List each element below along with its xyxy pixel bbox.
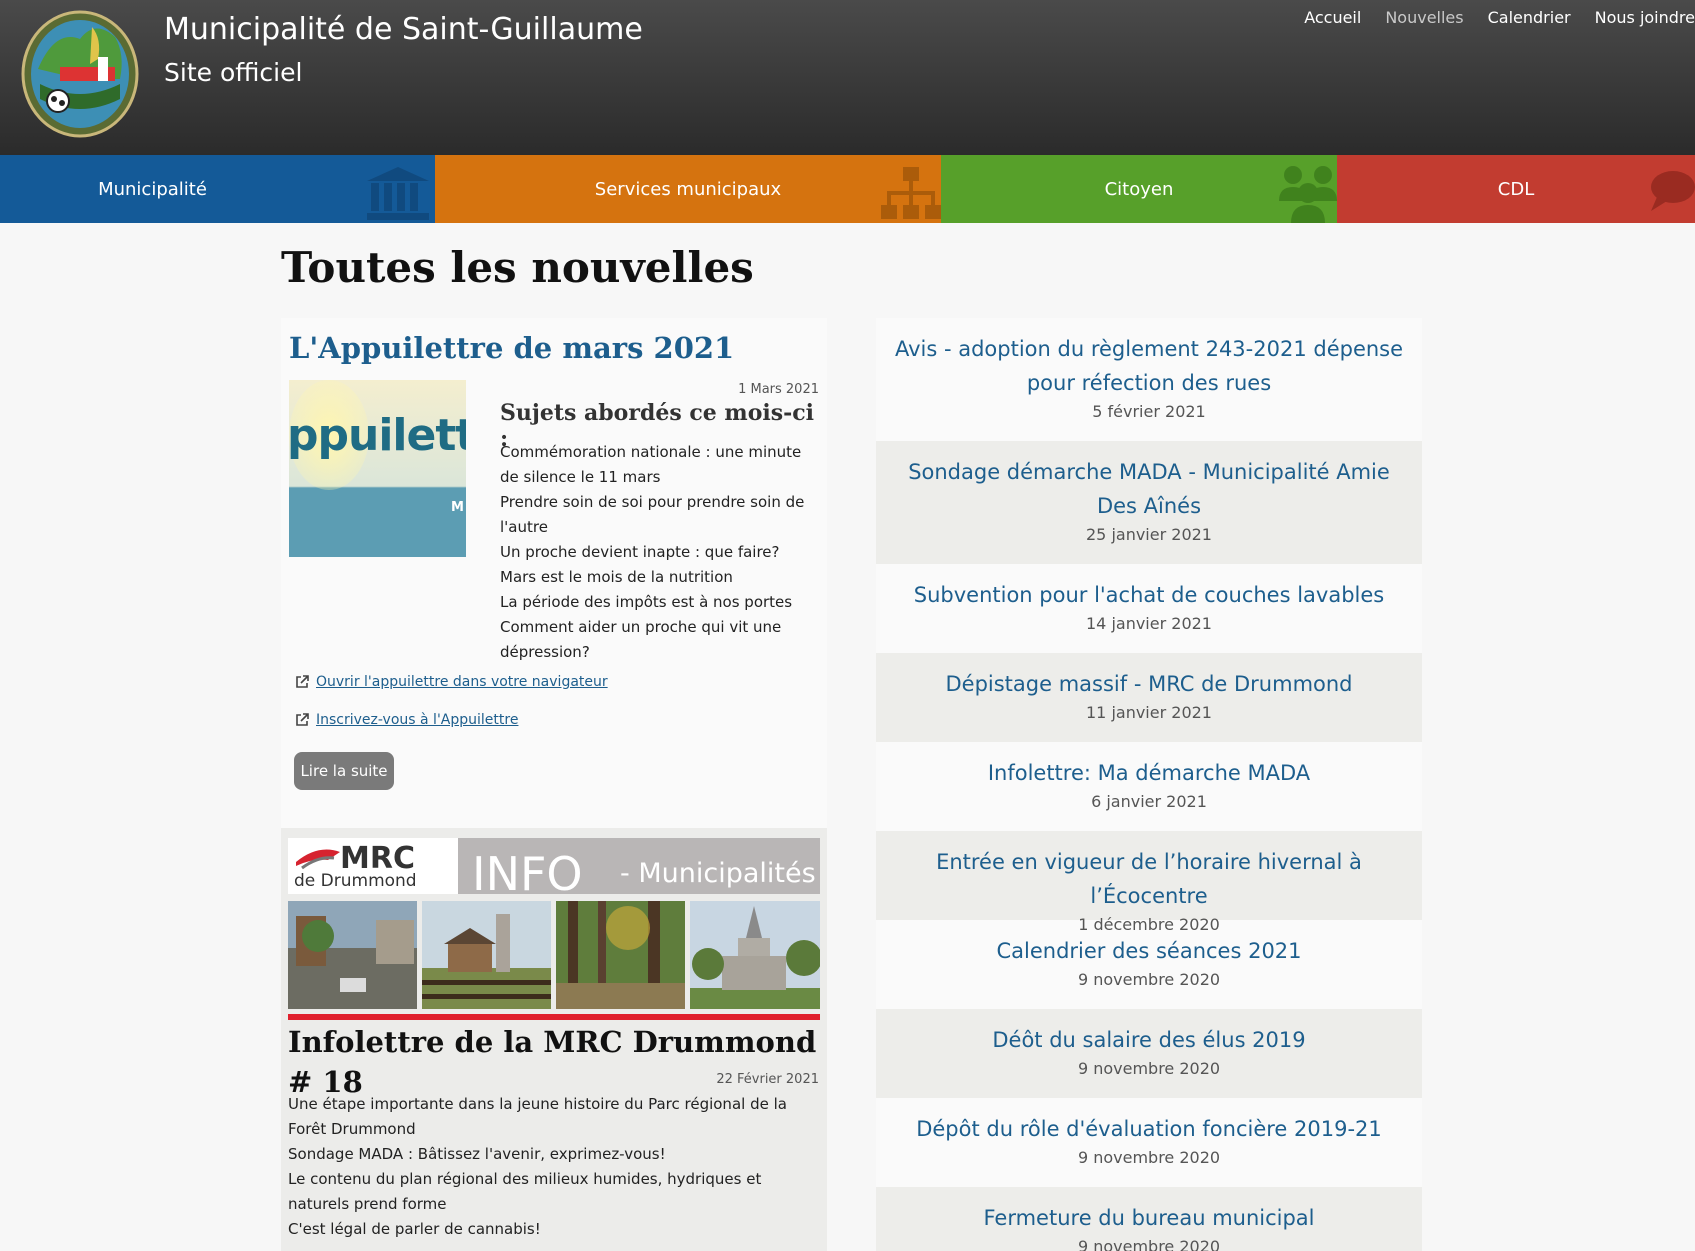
- news-item[interactable]: Entrée en vigueur de l’horaire hivernal …: [876, 831, 1422, 934]
- news-item-date: 25 janvier 2021: [1086, 525, 1212, 544]
- thumbnail-text: ppuilett: [289, 410, 466, 461]
- news-item-date: 9 novembre 2020: [1077, 1237, 1221, 1251]
- category-cdl[interactable]: CDL: [1337, 155, 1695, 223]
- news-item-title[interactable]: Dépistage massif - MRC de Drummond: [876, 667, 1422, 701]
- news-item[interactable]: Subvention pour l'achat de couches lavab…: [876, 564, 1422, 653]
- list-item: C'est légal de parler de cannabis!: [288, 1220, 541, 1238]
- news-item-title[interactable]: Avis - adoption du règlement 243-2021 dé…: [876, 332, 1422, 400]
- list-item: Un proche devient inapte : que faire?: [500, 543, 780, 561]
- topic-list: Commémoration nationale : une minute de …: [500, 440, 820, 665]
- site-subtitle: Site officiel: [164, 58, 303, 87]
- news-item-title[interactable]: Calendrier des séances 2021: [876, 934, 1422, 968]
- link-label: Ouvrir l'appuilettre dans votre navigate…: [316, 674, 608, 690]
- subscribe-appuilettre-link[interactable]: Inscrivez-vous à l'Appuilettre: [295, 712, 518, 728]
- thumbnail-small-text: M: [451, 500, 464, 515]
- site-header: Municipalité de Saint-Guillaume Site off…: [0, 0, 1695, 155]
- news-item-date: 9 novembre 2020: [1077, 1148, 1221, 1167]
- org-chart-icon: [881, 167, 941, 219]
- building-columns-icon: [367, 167, 429, 220]
- category-label: Municipalité: [98, 178, 207, 200]
- list-item: Mars est le mois de la nutrition: [500, 568, 733, 586]
- news-item-title[interactable]: Déôt du salaire des élus 2019: [876, 1023, 1422, 1057]
- list-item: Une étape importante dans la jeune histo…: [288, 1095, 787, 1138]
- top-nav: Accueil Nouvelles Calendrier Nous joindr…: [1280, 8, 1695, 28]
- site-title[interactable]: Municipalité de Saint-Guillaume: [164, 10, 643, 50]
- link-label: Inscrivez-vous à l'Appuilettre: [316, 712, 519, 728]
- open-appuilettre-link[interactable]: Ouvrir l'appuilettre dans votre navigate…: [295, 674, 608, 690]
- list-item: Le contenu du plan régional des milieux …: [288, 1170, 762, 1213]
- list-item: Sondage MADA : Bâtissez l'avenir, exprim…: [288, 1145, 666, 1163]
- news-item[interactable]: Déôt du salaire des élus 2019 9 novembre…: [876, 1009, 1422, 1098]
- news-item-title[interactable]: Fermeture du bureau municipal: [876, 1201, 1422, 1235]
- news-item[interactable]: Sondage démarche MADA - Municipalité Ami…: [876, 441, 1422, 564]
- news-item[interactable]: Fermeture du bureau municipal 9 novembre…: [876, 1187, 1422, 1251]
- news-item-date: 9 novembre 2020: [1077, 1059, 1221, 1078]
- news-card-date: 22 Février 2021: [716, 1072, 819, 1087]
- news-card-infolettre-mrc: MRC de Drummond INFO - Municipalités Inf…: [281, 828, 827, 1251]
- news-card-thumbnail[interactable]: ppuilett M: [289, 380, 466, 557]
- news-item-date: 6 janvier 2021: [1091, 792, 1207, 811]
- news-item[interactable]: Calendrier des séances 2021 9 novembre 2…: [876, 920, 1422, 1009]
- banner-info-text: INFO: [472, 847, 583, 901]
- news-item-date: 14 janvier 2021: [1086, 614, 1212, 633]
- news-item-date: 9 novembre 2020: [1077, 970, 1221, 989]
- list-item: Comment aider un proche qui vit une dépr…: [500, 618, 782, 661]
- news-item-date: 11 janvier 2021: [1086, 703, 1212, 722]
- news-item[interactable]: Infolettre: Ma démarche MADA 6 janvier 2…: [876, 742, 1422, 831]
- category-bar: Municipalité Services municipaux Citoyen…: [0, 155, 1695, 223]
- page-title: Toutes les nouvelles: [281, 243, 754, 292]
- municipality-logo[interactable]: [20, 9, 140, 139]
- category-label: Citoyen: [1104, 178, 1174, 200]
- news-item-title[interactable]: Infolettre: Ma démarche MADA: [876, 756, 1422, 790]
- news-item-title[interactable]: Dépôt du rôle d'évaluation foncière 2019…: [876, 1112, 1422, 1146]
- banner-municipalites-text: - Municipalités: [620, 858, 816, 889]
- external-link-icon: [296, 675, 309, 688]
- list-item: Prendre soin de soi pour prendre soin de…: [500, 493, 805, 536]
- news-card-title[interactable]: Infolettre de la MRC Drummond # 18: [288, 1022, 827, 1102]
- nav-link-accueil[interactable]: Accueil: [1304, 8, 1361, 28]
- news-item[interactable]: Dépôt du rôle d'évaluation foncière 2019…: [876, 1098, 1422, 1187]
- news-card-title[interactable]: L'Appuilettre de mars 2021: [289, 328, 734, 368]
- category-services-municipaux[interactable]: Services municipaux: [435, 155, 941, 223]
- list-item: Commémoration nationale : une minute de …: [500, 443, 802, 486]
- news-list: Avis - adoption du règlement 243-2021 dé…: [876, 318, 1422, 1251]
- nav-link-nouvelles[interactable]: Nouvelles: [1385, 8, 1463, 28]
- users-group-icon: [1279, 166, 1337, 223]
- news-item[interactable]: Dépistage massif - MRC de Drummond 11 ja…: [876, 653, 1422, 742]
- news-item-title[interactable]: Sondage démarche MADA - Municipalité Ami…: [876, 455, 1422, 523]
- news-item-title[interactable]: Subvention pour l'achat de couches lavab…: [876, 578, 1422, 612]
- news-item-date: 5 février 2021: [1092, 402, 1206, 421]
- category-label: CDL: [1497, 178, 1535, 200]
- news-item[interactable]: Avis - adoption du règlement 243-2021 dé…: [876, 318, 1422, 441]
- external-link-icon: [296, 713, 309, 726]
- list-item: La période des impôts est à nos portes: [500, 593, 793, 611]
- news-card-date: 1 Mars 2021: [738, 382, 819, 397]
- nav-link-calendrier[interactable]: Calendrier: [1488, 8, 1571, 28]
- mrc-info-banner[interactable]: MRC de Drummond INFO - Municipalités: [288, 838, 820, 1020]
- read-more-button[interactable]: Lire la suite: [294, 752, 394, 790]
- nav-link-nous-joindre[interactable]: Nous joindre: [1595, 8, 1695, 28]
- chat-bubble-icon: [1651, 171, 1695, 211]
- category-label: Services municipaux: [594, 178, 782, 200]
- news-card-appuilettre: L'Appuilettre de mars 2021 ppuilett M 1 …: [281, 318, 827, 828]
- category-citoyen[interactable]: Citoyen: [941, 155, 1337, 223]
- banner-drummond-text: de Drummond: [294, 871, 417, 891]
- news-item-title[interactable]: Entrée en vigueur de l’horaire hivernal …: [876, 845, 1422, 913]
- category-municipalite[interactable]: Municipalité: [0, 155, 435, 223]
- topic-list: Une étape importante dans la jeune histo…: [288, 1092, 820, 1242]
